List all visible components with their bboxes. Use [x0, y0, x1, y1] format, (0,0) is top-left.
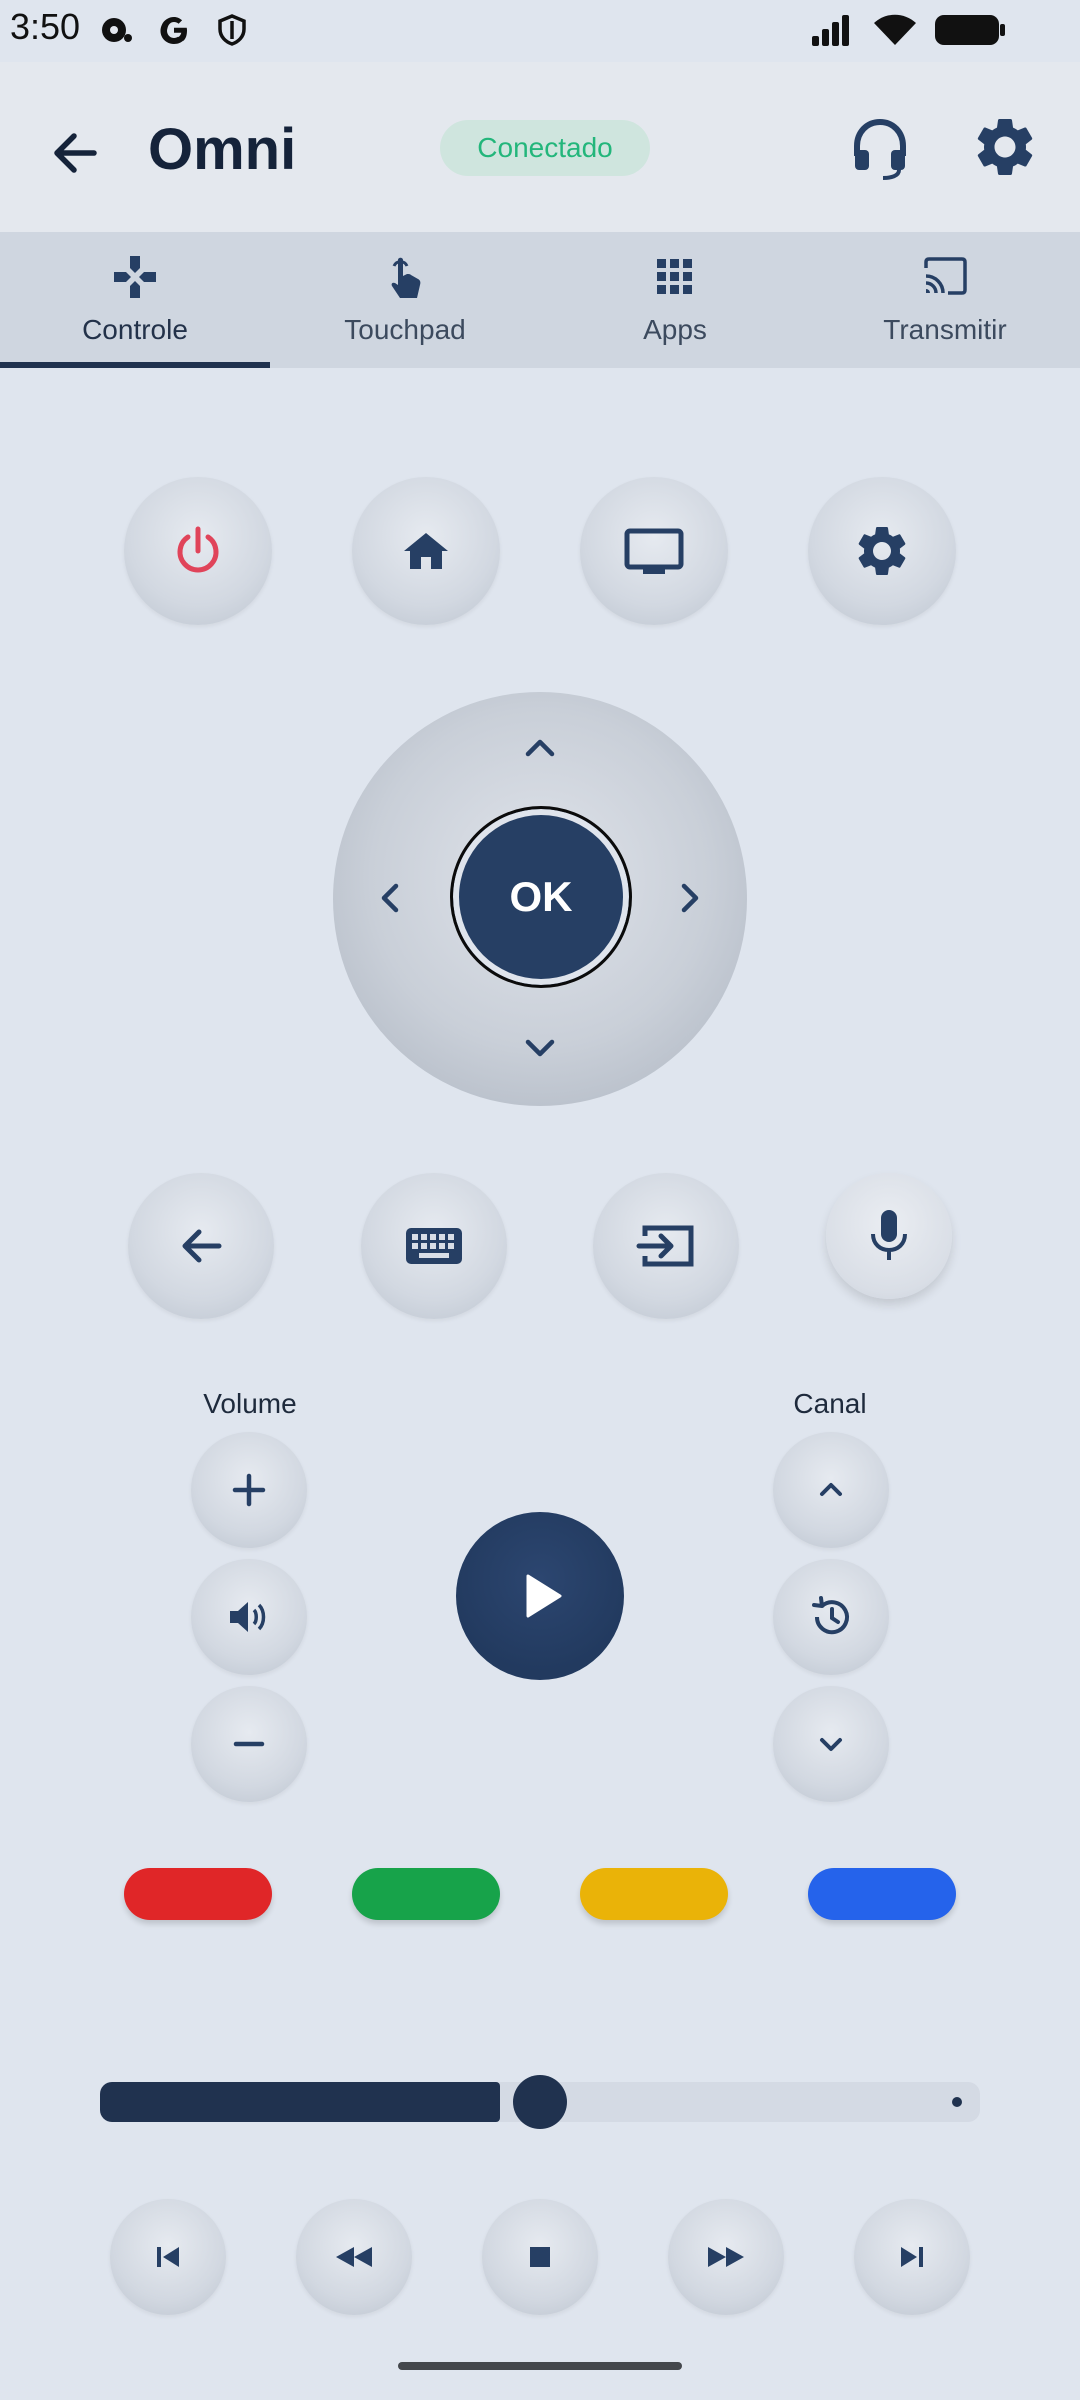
signal-icon [812, 15, 849, 46]
home-indicator[interactable] [398, 2362, 682, 2370]
chevron-up-icon [820, 1483, 842, 1496]
tab-touchpad[interactable]: Touchpad [270, 232, 540, 368]
keyboard-icon [406, 1228, 462, 1264]
green-button[interactable] [352, 1868, 500, 1920]
page-title: Omni [148, 117, 297, 182]
gear-icon [977, 119, 1033, 175]
app-bar: Omni Conectado [0, 62, 1080, 232]
tab-label: Touchpad [344, 314, 466, 345]
dpad-right-button[interactable] [668, 876, 712, 920]
tv-icon [624, 528, 684, 574]
arrow-left-icon [182, 1229, 222, 1263]
headset-icon [854, 118, 906, 180]
fast-forward-icon [708, 2247, 744, 2267]
stop-button[interactable] [482, 2199, 598, 2315]
battery-icon [935, 15, 1005, 45]
rewind-icon [336, 2247, 372, 2267]
history-icon [812, 1596, 849, 1635]
tab-apps[interactable]: Apps [540, 232, 810, 368]
play-icon [526, 1574, 562, 1618]
yellow-button[interactable] [580, 1868, 728, 1920]
plus-icon [232, 1473, 266, 1507]
status-time: 3:50 [10, 6, 81, 47]
microphone-icon [871, 1210, 907, 1260]
wifi-icon [874, 14, 916, 45]
tab-transmitir[interactable]: Transmitir [810, 232, 1080, 368]
home-button[interactable] [352, 477, 500, 625]
volume-icon [230, 1602, 266, 1632]
red-button[interactable] [124, 1868, 272, 1920]
fast-forward-button[interactable] [668, 2199, 784, 2315]
volume-label: Volume [203, 1388, 297, 1419]
touch-icon [391, 257, 421, 298]
seekbar-progress [100, 2082, 500, 2122]
voice-button[interactable] [826, 1173, 952, 1299]
next-button[interactable] [854, 2199, 970, 2315]
shield-icon [218, 14, 246, 46]
headset-button[interactable] [845, 112, 915, 182]
connection-status-badge: Conectado [440, 120, 650, 176]
play-button[interactable] [456, 1512, 624, 1680]
mute-button[interactable] [191, 1559, 307, 1675]
skip-next-icon [901, 2247, 923, 2267]
stop-icon [530, 2247, 550, 2267]
cast-icon [924, 257, 967, 295]
dpad-up-button[interactable] [518, 726, 562, 770]
tv-button[interactable] [580, 477, 728, 625]
google-icon [160, 17, 187, 44]
minus-icon [233, 1741, 265, 1747]
channel-label: Canal [793, 1388, 867, 1419]
channel-up-button[interactable] [773, 1432, 889, 1548]
keyboard-button[interactable] [361, 1173, 507, 1319]
media-notification-icon [102, 18, 132, 42]
previous-button[interactable] [110, 2199, 226, 2315]
settings-button[interactable] [808, 477, 956, 625]
last-channel-button[interactable] [773, 1559, 889, 1675]
seekbar-end-marker [952, 2097, 962, 2107]
input-icon [636, 1225, 694, 1267]
gamepad-icon [114, 256, 156, 298]
tab-label: Apps [643, 314, 707, 345]
blue-button[interactable] [808, 1868, 956, 1920]
input-source-button[interactable] [593, 1173, 739, 1319]
dpad-left-button[interactable] [368, 876, 412, 920]
dpad-down-button[interactable] [518, 1026, 562, 1070]
volume-up-button[interactable] [191, 1432, 307, 1548]
active-tab-indicator [0, 362, 270, 368]
back-nav-button[interactable] [128, 1173, 274, 1319]
tab-label: Transmitir [883, 314, 1007, 345]
skip-previous-icon [157, 2247, 179, 2267]
power-icon [177, 526, 219, 573]
tab-bar: Controle Touchpad Apps Transmitir [0, 232, 1080, 368]
volume-down-button[interactable] [191, 1686, 307, 1802]
gear-icon [858, 527, 906, 575]
back-button[interactable] [40, 118, 110, 188]
chevron-down-icon [820, 1738, 842, 1751]
rewind-button[interactable] [296, 2199, 412, 2315]
arrow-left-icon [54, 133, 97, 173]
home-icon [404, 533, 448, 569]
tab-label: Controle [82, 314, 188, 345]
seekbar-thumb[interactable] [513, 2075, 567, 2129]
tab-controle[interactable]: Controle [0, 232, 270, 368]
app-settings-button[interactable] [970, 112, 1040, 182]
status-bar: 3:50 [0, 0, 1080, 62]
apps-grid-icon [657, 259, 692, 294]
ok-button[interactable]: OK [450, 806, 632, 988]
power-button[interactable] [124, 477, 272, 625]
channel-down-button[interactable] [773, 1686, 889, 1802]
